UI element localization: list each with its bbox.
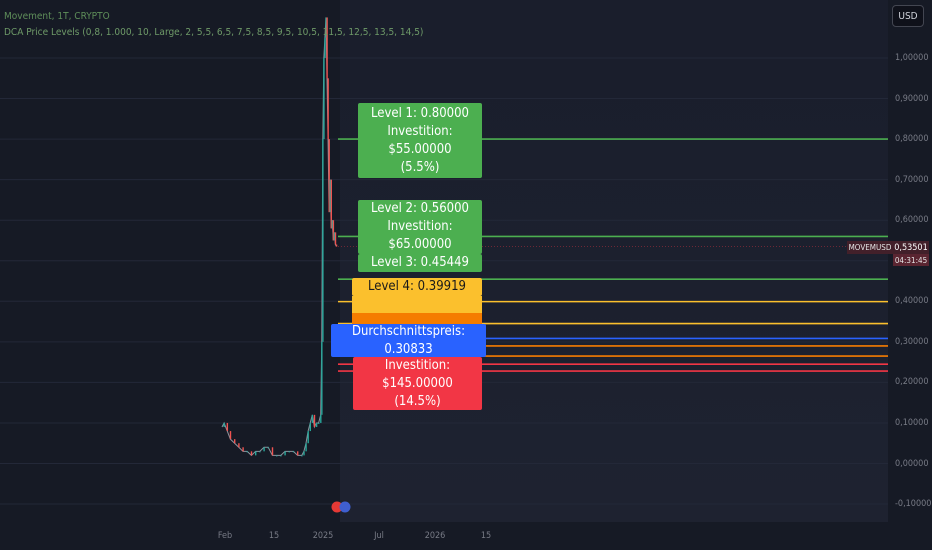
dca-label: Level 2: 0.56000 Investition: $65.00000	[358, 200, 482, 254]
candle	[307, 431, 309, 444]
candle	[323, 58, 325, 140]
y-tick-label: 0,40000	[895, 296, 929, 307]
candle	[335, 244, 338, 247]
candle	[238, 443, 240, 448]
x-tick-label: 15	[268, 531, 280, 541]
y-tick-label: -0,10000	[895, 499, 932, 510]
candle	[284, 451, 286, 456]
dca-label: Level 4: 0.39919	[352, 278, 482, 296]
y-tick-label: 0,20000	[895, 377, 929, 388]
symbol-title: Movement, 1T, CRYPTO	[4, 11, 110, 22]
x-tick-label: 15	[480, 531, 492, 541]
y-tick-label: 1,00000	[895, 53, 929, 63]
dca-label-line: Durchschnittspreis: 0.30833	[351, 323, 466, 357]
candle	[320, 414, 322, 423]
candle	[303, 451, 305, 456]
dca-label-line: Level 3: 0.45449	[370, 255, 469, 270]
candle	[322, 139, 324, 342]
y-tick-label: 0,70000	[895, 174, 929, 185]
symbol-price-tag: MOVEMUSD	[847, 241, 893, 254]
dca-label-line: Investition: $65.00000	[387, 219, 453, 252]
price-line	[221, 17, 337, 457]
candle	[297, 451, 299, 456]
candle	[301, 455, 303, 457]
dca-label-overlap	[352, 296, 482, 313]
candle	[226, 422, 229, 432]
candle	[246, 451, 248, 453]
dca-label-line: Investition: $55.00000	[387, 123, 453, 157]
candle	[311, 414, 314, 423]
dca-label-line: Level 2: 0.56000	[370, 201, 469, 216]
bar-countdown: 04:31:45	[893, 254, 929, 266]
dca-label-line: Investition: $145.00000	[382, 357, 453, 391]
candle	[255, 451, 257, 456]
candle	[305, 443, 307, 452]
candle	[250, 451, 253, 456]
y-tick-label: 0,00000	[895, 458, 929, 469]
candle	[229, 431, 232, 440]
candle	[234, 439, 236, 444]
candle	[334, 232, 337, 245]
currency-button[interactable]: USD	[892, 5, 924, 27]
candle	[318, 422, 320, 424]
candle	[292, 451, 295, 453]
candle	[267, 447, 269, 449]
candle	[276, 455, 278, 457]
candle	[263, 447, 265, 452]
y-tick-label: 0,60000	[895, 215, 929, 226]
y-tick-label: 0,90000	[895, 93, 929, 104]
y-tick-label: 0,30000	[895, 336, 929, 347]
candle	[327, 78, 329, 140]
candle	[259, 451, 261, 453]
candle	[313, 414, 316, 428]
x-tick-label: 2026	[424, 531, 446, 541]
candle	[280, 455, 282, 457]
dca-label-line: Level 4: 0.39919	[367, 279, 466, 294]
candle	[288, 451, 290, 453]
dca-label-line: (14.5%)	[394, 393, 441, 409]
dca-label-line: (5.5%)	[400, 159, 440, 175]
x-tick-label: Jul	[374, 531, 384, 541]
x-tick-label: Feb	[217, 531, 233, 541]
candle	[223, 422, 225, 428]
y-tick-label: 0,80000	[895, 134, 929, 145]
dca-label: Investition: $145.00000 (14.5%)	[353, 357, 482, 410]
candle	[321, 341, 323, 415]
x-tick-label: 2025	[312, 531, 334, 541]
candle	[271, 447, 274, 456]
dca-label: Level 1: 0.80000 Investition: $55.00000 (5…	[358, 103, 482, 178]
candle	[242, 447, 244, 452]
price-chart[interactable]	[0, 0, 932, 550]
candle	[309, 422, 311, 432]
dca-label: Level 3: 0.45449	[358, 254, 482, 272]
candle	[315, 422, 318, 428]
last-price-tag: 0,53501	[893, 241, 929, 254]
dca-label: Durchschnittspreis: 0.30833	[331, 324, 486, 357]
event-icon	[339, 501, 351, 513]
candle	[324, 37, 326, 58]
dca-label-line: Level 1: 0.80000	[370, 105, 469, 121]
indicator-title[interactable]: DCA Price Levels (0,8, 1.000, 10, Large,…	[4, 27, 423, 38]
y-tick-label: 0,10000	[895, 417, 929, 428]
